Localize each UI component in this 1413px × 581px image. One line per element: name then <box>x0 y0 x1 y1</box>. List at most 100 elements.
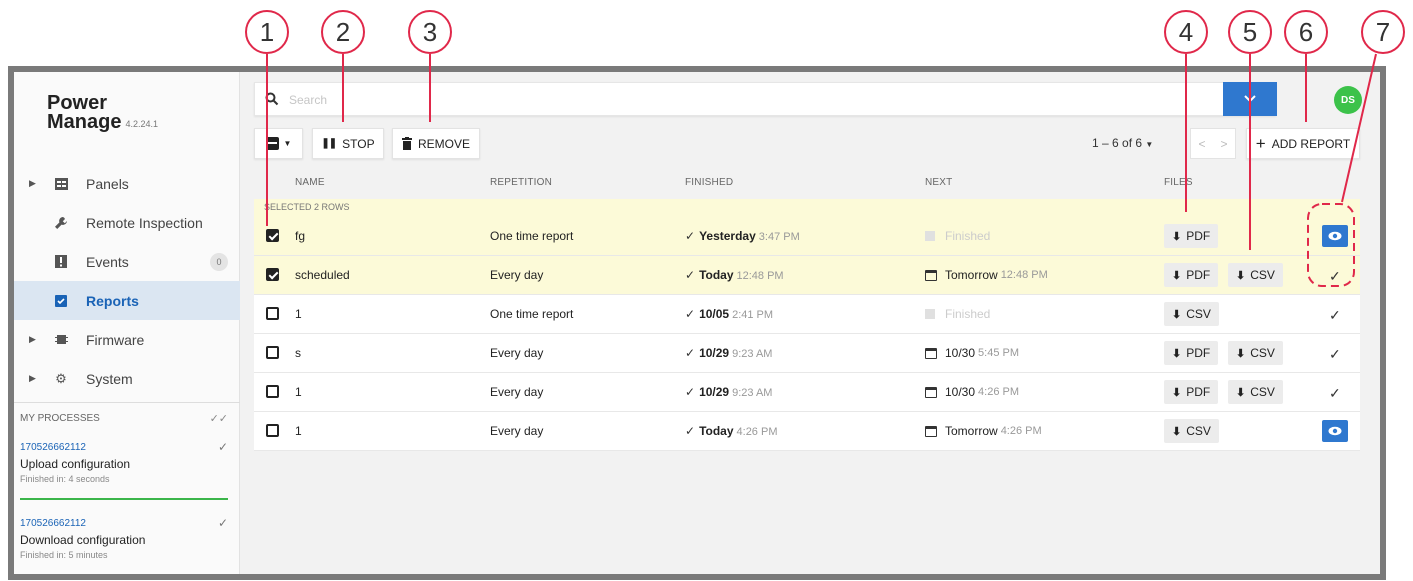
download-icon: ⬇ <box>1172 269 1182 282</box>
process-item[interactable]: 170526662112 Download configuration Fini… <box>20 510 228 574</box>
report-repetition: Every day <box>490 268 544 282</box>
callout-3: 3 <box>408 10 452 54</box>
download-icon: ⬇ <box>1172 386 1182 399</box>
app-version: 4.2.24.1 <box>125 119 158 129</box>
process-id[interactable]: 170526662112 <box>20 442 228 453</box>
stop-square-icon <box>925 309 935 319</box>
check-icon: ✓ <box>685 229 696 243</box>
row-checkbox[interactable] <box>266 229 279 242</box>
column-header-repetition[interactable]: REPETITION <box>490 177 552 188</box>
pagination-dropdown[interactable]: 1 – 6 of 6 ▼ <box>1092 136 1153 150</box>
chip-icon <box>54 333 68 347</box>
download-csv-button[interactable]: ⬇ CSV <box>1164 302 1219 326</box>
table-row[interactable]: scheduled Every day ✓ Today 12:48 PM Tomor… <box>254 256 1360 295</box>
report-next: Tomorrow 4:26 PM <box>925 424 1042 438</box>
process-duration: Finished in: 5 minutes <box>20 550 108 560</box>
gear-icon: ⚙ <box>55 370 67 386</box>
check-icon: ✓ <box>685 424 696 438</box>
search-input[interactable] <box>289 89 1189 111</box>
expand-triangle-icon[interactable]: ▶ <box>29 373 36 384</box>
row-checkbox[interactable] <box>266 346 279 359</box>
download-csv-button[interactable]: ⬇ CSV <box>1164 419 1219 443</box>
remove-label: REMOVE <box>417 136 470 151</box>
table-row[interactable]: 1 Every day ✓ 10/29 9:23 AM 10/30 4:26 PM ⬇… <box>254 373 1360 412</box>
panel-icon <box>54 177 68 191</box>
report-name: fg <box>295 229 306 243</box>
callout-7: 7 <box>1361 10 1405 54</box>
download-csv-button[interactable]: ⬇ CSV <box>1228 341 1283 365</box>
pagination-label: 1 – 6 of 6 <box>1092 136 1143 150</box>
table-row[interactable]: 1 One time report ✓ 10/05 2:41 PM Finished… <box>254 295 1360 334</box>
double-check-icon[interactable]: ✓✓ <box>210 412 228 425</box>
row-checkbox[interactable] <box>266 307 279 320</box>
row-checkbox[interactable] <box>266 424 279 437</box>
search-dropdown-button[interactable] <box>1223 82 1277 116</box>
viewed-check-icon: ✓ <box>1329 346 1341 362</box>
process-id[interactable]: 170526662112 <box>20 518 228 529</box>
download-icon: ⬇ <box>1236 347 1246 360</box>
alert-icon <box>54 255 68 269</box>
sidebar-item-events[interactable]: Events 0 <box>14 242 240 281</box>
sidebar: Power Manage 4.2.24.1 ▶ Panels Remote Ins… <box>14 72 240 574</box>
table-row[interactable]: 1 Every day ✓ Today 4:26 PM Tomorrow 4:26 P… <box>254 412 1360 451</box>
process-duration: Finished in: 4 seconds <box>20 474 110 484</box>
column-header-next[interactable]: NEXT <box>925 177 952 188</box>
table-header: NAME REPETITION FINISHED NEXT FILES <box>254 167 1360 199</box>
my-processes-title: MY PROCESSES <box>20 413 100 424</box>
download-pdf-button[interactable]: ⬇ PDF <box>1164 341 1219 365</box>
check-icon: ✓ <box>685 307 696 321</box>
search-icon <box>265 92 279 106</box>
stop-square-icon <box>925 231 935 241</box>
download-csv-button[interactable]: ⬇ CSV <box>1228 380 1283 404</box>
column-header-finished[interactable]: FINISHED <box>685 177 733 188</box>
sidebar-item-panels[interactable]: ▶ Panels <box>14 164 240 203</box>
table-row[interactable]: s Every day ✓ 10/29 9:23 AM 10/30 5:45 PM ⬇… <box>254 334 1360 373</box>
pagination-nav: < > <box>1190 128 1236 159</box>
sidebar-item-label: System <box>86 370 133 387</box>
chevron-down-icon <box>1244 95 1256 103</box>
sidebar-nav: ▶ Panels Remote Inspection Events 0 Repo… <box>14 164 240 398</box>
my-processes-header: MY PROCESSES ✓✓ <box>14 402 240 430</box>
sidebar-item-reports[interactable]: Reports <box>14 281 240 320</box>
sidebar-item-label: Events <box>86 253 129 270</box>
wrench-icon <box>54 216 68 230</box>
next-page-icon[interactable]: > <box>1220 137 1227 151</box>
select-all-dropdown[interactable]: ▼ <box>254 128 303 159</box>
sidebar-item-remote-inspection[interactable]: Remote Inspection <box>14 203 240 242</box>
avatar[interactable]: DS <box>1334 86 1362 114</box>
download-pdf-button[interactable]: ⬇ PDF <box>1164 380 1219 404</box>
sidebar-item-firmware[interactable]: ▶ Firmware <box>14 320 240 359</box>
download-pdf-button[interactable]: ⬇ PDF <box>1164 224 1219 248</box>
check-icon: ✓ <box>685 268 696 282</box>
expand-triangle-icon[interactable]: ▶ <box>29 334 36 345</box>
report-finished: ✓ 10/29 9:23 AM <box>685 346 773 360</box>
view-report-button[interactable] <box>1322 420 1348 442</box>
process-item[interactable]: 170526662112 Upload configuration Finish… <box>20 434 228 500</box>
report-next: Finished <box>925 307 990 321</box>
row-checkbox[interactable] <box>266 385 279 398</box>
table-row[interactable]: fg One time report ✓ Yesterday 3:47 PM Fin… <box>254 217 1360 256</box>
caret-down-icon: ▼ <box>283 139 292 148</box>
callout-1: 1 <box>245 10 289 54</box>
add-report-button[interactable]: + ADD REPORT <box>1246 128 1360 159</box>
calendar-icon <box>925 269 937 281</box>
expand-triangle-icon[interactable]: ▶ <box>29 178 36 189</box>
calendar-icon <box>925 386 937 398</box>
view-report-button[interactable] <box>1322 225 1348 247</box>
remove-button[interactable]: REMOVE <box>392 128 480 159</box>
sidebar-item-label: Reports <box>86 292 139 309</box>
download-csv-button[interactable]: ⬇ CSV <box>1228 263 1283 287</box>
column-header-files: FILES <box>1164 177 1193 188</box>
sidebar-item-label: Firmware <box>86 331 145 348</box>
download-pdf-button[interactable]: ⬇ PDF <box>1164 263 1219 287</box>
column-header-name[interactable]: NAME <box>295 177 325 188</box>
sidebar-item-label: Panels <box>86 175 129 192</box>
row-checkbox[interactable] <box>266 268 279 281</box>
report-finished: ✓ 10/29 9:23 AM <box>685 385 773 399</box>
sidebar-item-system[interactable]: ▶ ⚙ System <box>14 359 240 398</box>
stop-button[interactable]: ❚❚ STOP <box>312 128 384 159</box>
callout-5: 5 <box>1228 10 1272 54</box>
plus-icon: + <box>1255 133 1266 153</box>
report-check-icon <box>54 294 68 308</box>
prev-page-icon[interactable]: < <box>1198 137 1205 151</box>
